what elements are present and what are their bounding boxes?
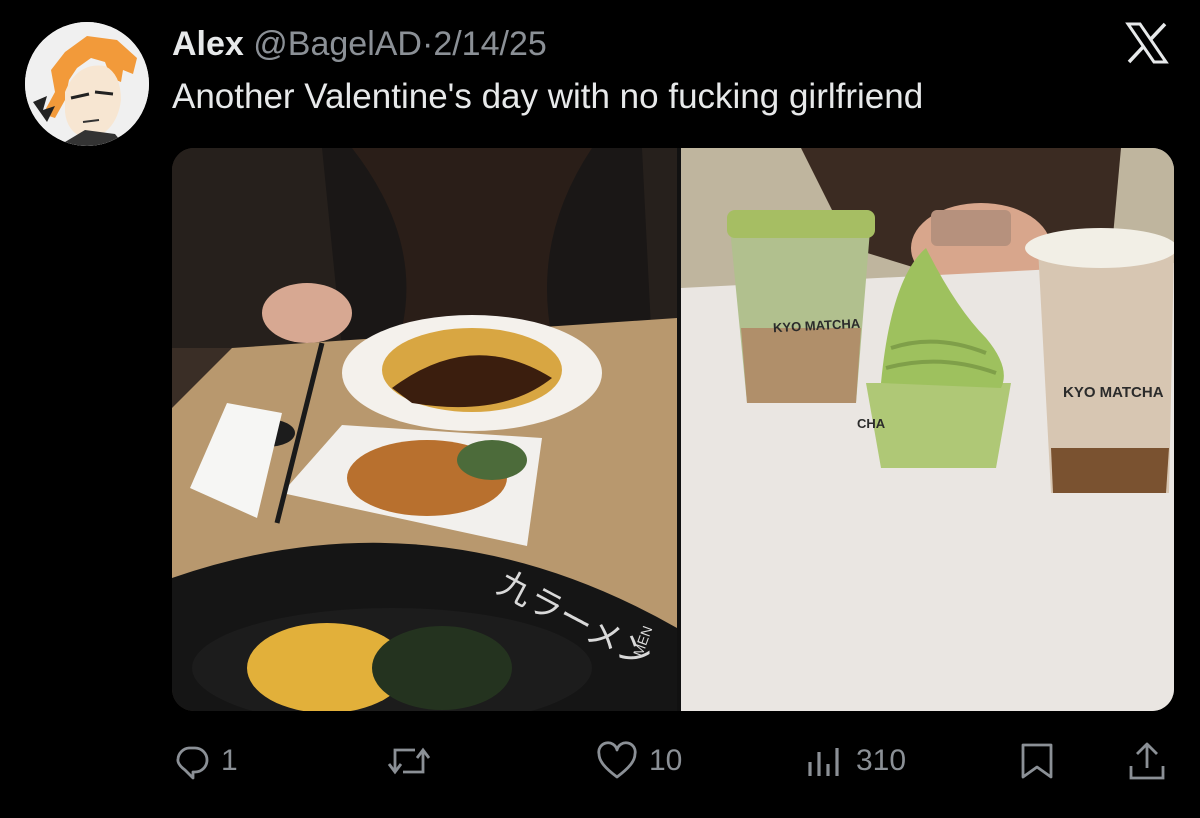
user-handle[interactable]: @BagelAD: [253, 25, 422, 63]
tweet-media[interactable]: 九ラーメン MEN KYO MATCHA KYO MATCHA CHA: [172, 148, 1174, 711]
bookmark-button[interactable]: [1018, 735, 1056, 787]
bookmark-icon: [1021, 743, 1053, 779]
tweet-header: Alex @BagelAD·2/14/25: [172, 24, 547, 64]
reply-icon: [176, 746, 209, 780]
heart-icon: [597, 741, 637, 779]
matcha-photo[interactable]: KYO MATCHA KYO MATCHA CHA: [681, 148, 1174, 711]
avatar[interactable]: [25, 22, 149, 146]
restaurant-photo[interactable]: 九ラーメン MEN: [172, 148, 677, 711]
views-icon: [808, 748, 839, 776]
views-button[interactable]: 310: [806, 735, 906, 787]
reply-button[interactable]: 1: [173, 735, 238, 787]
cup-brand-label-right: KYO MATCHA: [1063, 384, 1164, 401]
repost-icon: [387, 747, 431, 775]
action-bar: 1 10 310: [0, 735, 1200, 787]
views-count: 310: [856, 744, 907, 777]
separator-dot: ·: [422, 25, 434, 63]
share-icon: [1129, 742, 1165, 780]
like-button[interactable]: 10: [595, 735, 682, 787]
avatar-image: [25, 22, 149, 146]
like-count: 10: [649, 744, 683, 777]
x-logo-icon: [1124, 20, 1170, 66]
share-button[interactable]: [1125, 735, 1169, 787]
reply-count: 1: [221, 744, 238, 777]
sundae-cup-label: CHA: [857, 416, 886, 431]
display-name[interactable]: Alex: [172, 25, 244, 63]
tweet-text: Another Valentine's day with no fucking …: [172, 77, 924, 116]
repost-button[interactable]: [387, 735, 441, 787]
tweet-date[interactable]: 2/14/25: [433, 25, 546, 63]
